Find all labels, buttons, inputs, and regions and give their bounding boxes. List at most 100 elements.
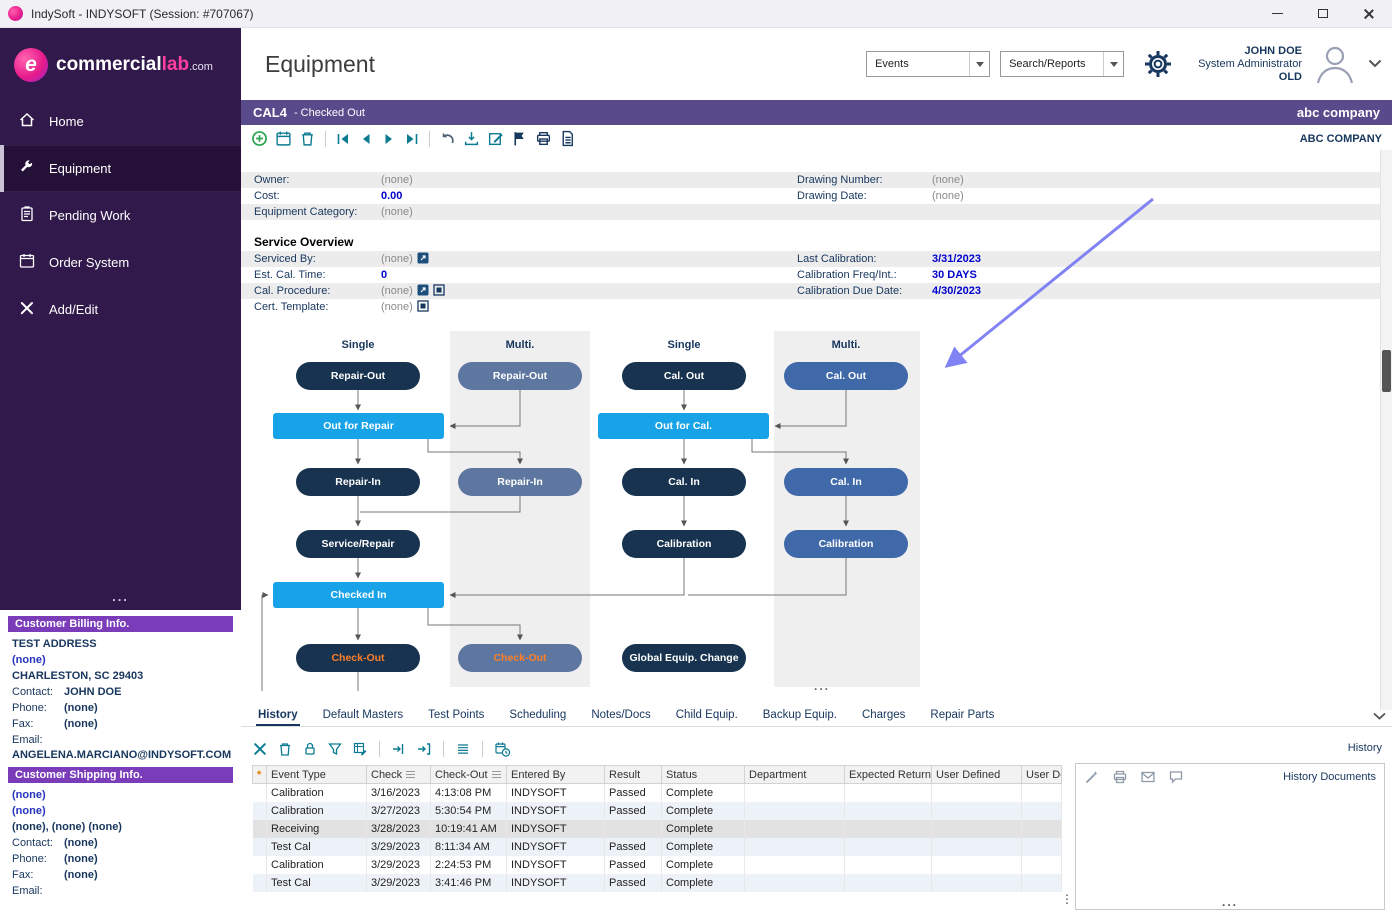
comment-icon[interactable] [1168,769,1184,785]
tab-child-equip[interactable]: Child Equip. [674,709,740,726]
table-cell [745,838,845,856]
flow-node-cal-out-single[interactable]: Cal. Out [622,362,746,390]
flow-node-cal-in-single[interactable]: Cal. In [622,468,746,496]
grid-edit-icon[interactable] [352,741,368,757]
settings-gear-icon[interactable] [1140,46,1176,82]
delete-record-icon[interactable] [299,130,316,147]
flow-node-cal-out-multi[interactable]: Cal. Out [784,362,908,390]
table-row[interactable]: Receiving3/28/202310:19:41 AMINDYSOFTCom… [253,820,1062,838]
flow-node-check-out-single[interactable]: Check-Out [296,644,420,672]
table-cell: Complete [662,802,745,820]
sidebar-item-equipment[interactable]: Equipment [0,145,241,192]
sidebar-item-order-system[interactable]: Order System [0,239,241,286]
maximize-button[interactable] [1300,0,1346,28]
tab-test-points[interactable]: Test Points [426,709,486,726]
flag-add-icon[interactable] [511,130,528,147]
email-icon[interactable] [1140,769,1156,785]
avatar[interactable] [1312,42,1358,87]
wand-icon[interactable] [1084,769,1100,785]
viewer-icon[interactable] [417,300,429,315]
edit-record-icon[interactable] [487,130,504,147]
flow-node-cal-in-multi[interactable]: Cal. In [784,468,908,496]
flow-node-global-equip-change[interactable]: Global Equip. Change [622,644,746,672]
flow-node-repair-out-multi[interactable]: Repair-Out [458,362,582,390]
diagram-expander[interactable]: ... [752,679,892,693]
tab-history[interactable]: History [256,709,300,726]
vertical-scrollbar[interactable] [1380,150,1392,710]
table-row[interactable]: Calibration3/16/20234:13:08 PMINDYSOFTPa… [253,784,1062,802]
last-record-icon[interactable] [404,131,420,147]
flow-node-repair-in-multi[interactable]: Repair-In [458,468,582,496]
flow-node-repair-out-single[interactable]: Repair-Out [296,362,420,390]
user-menu-chevron-icon[interactable] [1368,57,1382,71]
schedule-calendar-icon[interactable] [275,130,292,147]
viewer-icon[interactable] [433,284,445,299]
history-panel-expander[interactable]: ... [1076,895,1384,909]
flow-node-out-for-repair[interactable]: Out for Repair [273,413,444,439]
column-header-expected-return[interactable]: Expected Return [845,766,932,784]
add-record-icon[interactable] [251,130,268,147]
search-reports-dropdown[interactable]: Search/Reports [1000,51,1124,77]
flow-node-service-repair[interactable]: Service/Repair [296,530,420,558]
list-view-icon[interactable] [455,741,471,757]
pane-splitter[interactable]: ⋮ [1061,892,1073,906]
chevron-down-icon [969,52,989,76]
collapse-chevron-icon[interactable] [1373,709,1386,723]
print-icon[interactable] [535,130,552,147]
flow-node-check-out-multi[interactable]: Check-Out [458,644,582,672]
delete-row-icon[interactable] [277,741,293,757]
table-header-row: * Event Type Check Check-Out Entered By … [253,766,1062,784]
next-record-icon[interactable] [381,131,397,147]
document-icon[interactable] [559,130,576,147]
tab-repair-parts[interactable]: Repair Parts [928,709,996,726]
table-row[interactable]: Test Cal3/29/20233:41:46 PMINDYSOFTPasse… [253,874,1062,892]
minimize-button[interactable] [1254,0,1300,28]
column-header-entered-by[interactable]: Entered By [507,766,605,784]
table-row[interactable]: Calibration3/29/20232:24:53 PMINDYSOFTPa… [253,856,1062,874]
sidebar-item-home[interactable]: Home [0,98,241,145]
tools-icon[interactable] [252,741,268,757]
flow-node-checked-in[interactable]: Checked In [273,582,444,608]
events-dropdown[interactable]: Events [866,51,990,77]
column-header-user-defined[interactable]: User Defined [932,766,1022,784]
shipping-contact-label: Contact: [12,836,64,850]
tab-notes-docs[interactable]: Notes/Docs [589,709,652,726]
first-record-icon[interactable] [335,131,351,147]
flow-node-repair-in-single[interactable]: Repair-In [296,468,420,496]
flow-node-out-for-cal[interactable]: Out for Cal. [598,413,769,439]
lookup-icon[interactable] [417,252,429,267]
sidebar-item-pending-work[interactable]: Pending Work [0,192,241,239]
calendar-clock-icon[interactable] [494,741,511,758]
print-document-icon[interactable] [1112,769,1128,785]
billing-email-value[interactable]: ANGELENA.MARCIANO@INDYSOFT.COM [6,748,235,763]
scrollbar-thumb[interactable] [1382,350,1391,392]
column-header-check-out[interactable]: Check-Out [431,766,507,784]
tab-scheduling[interactable]: Scheduling [507,709,568,726]
export-row-icon[interactable] [416,741,432,757]
sidebar-expander[interactable]: ... [0,587,241,610]
import-row-icon[interactable] [391,741,407,757]
close-button[interactable] [1346,0,1392,28]
table-row[interactable]: Test Cal3/29/20238:11:34 AMINDYSOFTPasse… [253,838,1062,856]
export-icon[interactable] [463,130,480,147]
flow-node-calibration-multi[interactable]: Calibration [784,530,908,558]
column-header-result[interactable]: Result [605,766,662,784]
column-header-status[interactable]: Status [662,766,745,784]
lookup-icon[interactable] [417,284,429,299]
flow-node-calibration-single[interactable]: Calibration [622,530,746,558]
column-header-user-defined-2[interactable]: User Defined [1022,766,1062,784]
previous-record-icon[interactable] [358,131,374,147]
column-header-check[interactable]: Check [367,766,431,784]
tab-charges[interactable]: Charges [860,709,907,726]
tab-backup-equip[interactable]: Backup Equip. [761,709,839,726]
undo-icon[interactable] [439,130,456,147]
lock-icon[interactable] [302,741,318,757]
shipping-phone-value: (none) [64,852,98,866]
tab-default-masters[interactable]: Default Masters [321,709,406,726]
column-header-event-type[interactable]: Event Type [267,766,367,784]
filter-icon[interactable] [327,741,343,757]
column-header-department[interactable]: Department [745,766,845,784]
row-indicator-column-header[interactable]: * [253,766,267,784]
sidebar-item-add-edit[interactable]: Add/Edit [0,286,241,333]
table-row[interactable]: Calibration3/27/20235:30:54 PMINDYSOFTPa… [253,802,1062,820]
